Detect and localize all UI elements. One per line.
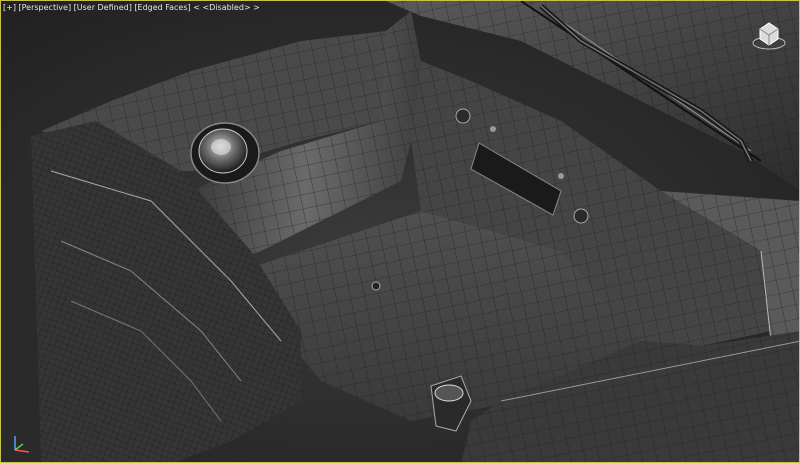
viewport-view-menu[interactable]: [Perspective] bbox=[19, 3, 72, 12]
mount-bolt-3 bbox=[490, 126, 496, 132]
floor-drain bbox=[371, 281, 381, 291]
viewport-edges-menu[interactable]: [Edged Faces] bbox=[134, 3, 190, 12]
viewcube-home-icon[interactable] bbox=[751, 17, 787, 53]
perspective-viewport[interactable]: [+] [Perspective] [User Defined] [Edged … bbox=[0, 0, 800, 463]
wireframe-model-render[interactable] bbox=[1, 1, 800, 463]
mount-bolt-2 bbox=[573, 208, 589, 224]
mount-bolt-1 bbox=[455, 108, 471, 124]
viewport-plus-menu[interactable]: [+] bbox=[3, 3, 16, 12]
mount-bolt-4 bbox=[558, 173, 564, 179]
viewport-shading-menu[interactable]: [User Defined] bbox=[74, 3, 132, 12]
viewport-label-bar: [+] [Perspective] [User Defined] [Edged … bbox=[3, 2, 260, 14]
viewport-mode-menu[interactable]: < <Disabled> > bbox=[193, 3, 260, 12]
axis-tripod-icon bbox=[14, 436, 30, 453]
